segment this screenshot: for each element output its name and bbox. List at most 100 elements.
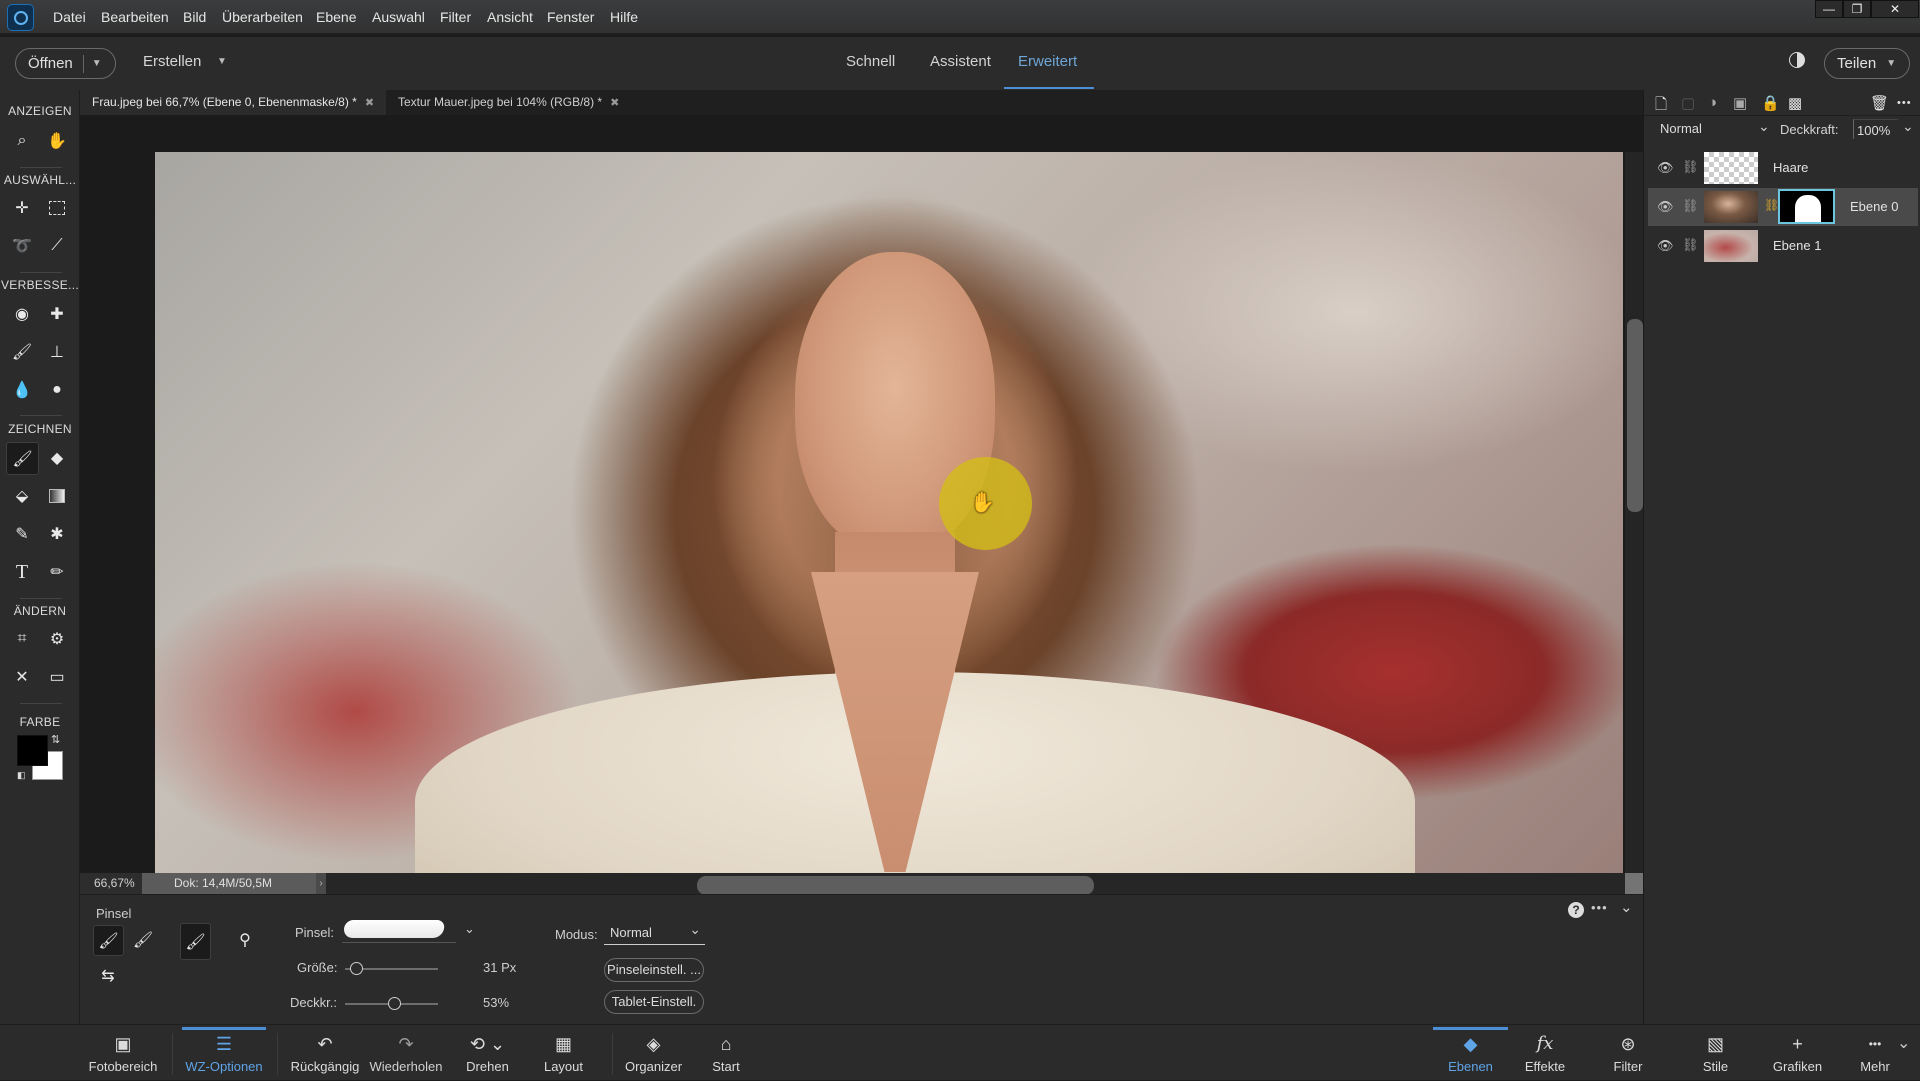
foreground-color-swatch[interactable] bbox=[17, 735, 48, 766]
mehr-button[interactable]: ••• Mehr bbox=[1855, 1025, 1895, 1081]
create-button[interactable]: Erstellen bbox=[143, 53, 201, 70]
menu-bild[interactable]: Bild bbox=[183, 9, 206, 25]
eraser-tool-icon[interactable]: ◆ bbox=[42, 443, 72, 473]
recompose-tool-icon[interactable]: ⚙ bbox=[42, 624, 72, 654]
color-replacement-option-icon[interactable]: ⇆ bbox=[93, 961, 123, 991]
organizer-button[interactable]: ◈ Organizer bbox=[622, 1025, 685, 1081]
more-options-icon[interactable]: ••• bbox=[1591, 900, 1608, 915]
smart-brush-tool-icon[interactable]: 🖌 bbox=[7, 337, 37, 367]
document-canvas[interactable]: ✋ bbox=[155, 152, 1623, 873]
stile-button[interactable]: ▧ Stile bbox=[1693, 1025, 1738, 1081]
menu-fenster[interactable]: Fenster bbox=[547, 9, 594, 25]
default-colors-icon[interactable]: ◧ bbox=[17, 770, 26, 781]
tab-assistent[interactable]: Assistent bbox=[930, 53, 991, 70]
blur-tool-icon[interactable]: 💧 bbox=[7, 375, 37, 405]
vertical-scrollbar-thumb[interactable] bbox=[1627, 319, 1643, 512]
visibility-eye-icon[interactable]: 👁 bbox=[1657, 160, 1674, 176]
brush-dropdown-chevron-icon[interactable]: ⌄ bbox=[464, 921, 475, 937]
vertical-scrollbar[interactable] bbox=[1625, 152, 1643, 873]
doc-info-arrow-icon[interactable]: › bbox=[316, 873, 326, 894]
mask-link-icon[interactable]: ⛓ bbox=[1764, 198, 1779, 212]
visibility-eye-icon[interactable]: 👁 bbox=[1657, 199, 1674, 215]
link-icon[interactable]: ⛓ bbox=[1682, 198, 1699, 214]
lock-transparency-icon[interactable]: ▩ bbox=[1788, 94, 1802, 112]
menu-hilfe[interactable]: Hilfe bbox=[610, 9, 638, 25]
paint-bucket-tool-icon[interactable]: ⬙ bbox=[7, 481, 37, 511]
magic-wand-tool-icon[interactable]: ⟋ bbox=[42, 231, 72, 261]
rotate-button[interactable]: ⟲ ⌄ Drehen bbox=[460, 1025, 515, 1081]
lock-all-icon[interactable]: 🔒 bbox=[1761, 94, 1780, 112]
grafiken-button[interactable]: + Grafiken bbox=[1770, 1025, 1825, 1081]
straighten-tool-icon[interactable]: ▭ bbox=[42, 662, 72, 692]
create-dropdown-chevron-icon[interactable]: ▼ bbox=[217, 56, 227, 67]
help-icon[interactable]: ? bbox=[1568, 902, 1584, 918]
zoom-tool-icon[interactable]: ⌕ bbox=[7, 126, 37, 156]
layer-row-haare[interactable]: 👁 ⛓ Haare bbox=[1648, 149, 1918, 187]
size-slider-knob[interactable] bbox=[350, 962, 364, 975]
layer-row-ebene-0[interactable]: 👁 ⛓ ⛓ Ebene 0 bbox=[1648, 188, 1918, 226]
close-window-button[interactable]: ✕ bbox=[1871, 0, 1919, 18]
tab-erweitert[interactable]: Erweitert bbox=[1018, 53, 1077, 70]
horizontal-scrollbar-thumb[interactable] bbox=[697, 876, 1094, 895]
brush-tool-icon[interactable]: 🖌 bbox=[6, 442, 39, 475]
delete-layer-icon[interactable]: 🗑 bbox=[1870, 94, 1889, 112]
open-button[interactable]: Öffnen bbox=[28, 55, 73, 72]
link-icon[interactable]: ⛓ bbox=[1682, 237, 1699, 253]
menu-ueberarbeiten[interactable]: Überarbeiten bbox=[222, 9, 303, 25]
taskbar-expand-chevron-icon[interactable]: ⌄ bbox=[1897, 1033, 1910, 1053]
content-aware-move-tool-icon[interactable]: ✕ bbox=[7, 662, 37, 692]
add-mask-icon[interactable]: ▣ bbox=[1733, 94, 1747, 112]
layer-name[interactable]: Ebene 0 bbox=[1850, 199, 1898, 214]
type-tool-icon[interactable]: T bbox=[7, 557, 37, 587]
doc-tab-textur-mauer[interactable]: Textur Mauer.jpeg bei 104% (RGB/8) * ✖ bbox=[386, 90, 631, 115]
menu-bearbeiten[interactable]: Bearbeiten bbox=[101, 9, 169, 25]
move-tool-icon[interactable]: ✛ bbox=[7, 193, 37, 223]
undo-button[interactable]: ↶ Rückgängig bbox=[290, 1025, 360, 1081]
tablet-settings-button[interactable]: Tablet-Einstell. ... bbox=[604, 990, 704, 1031]
restore-button[interactable]: ❐ bbox=[1843, 0, 1871, 18]
layer-name[interactable]: Ebene 1 bbox=[1773, 238, 1821, 253]
zoom-level[interactable]: 66,67% bbox=[80, 873, 142, 894]
fotobereich-button[interactable]: ▣ Fotobereich bbox=[88, 1025, 158, 1081]
eyedropper-tool-icon[interactable]: ✎ bbox=[7, 519, 37, 549]
collapse-chevron-icon[interactable]: ⌄ bbox=[1620, 898, 1633, 916]
layer-row-ebene-1[interactable]: 👁 ⛓ Ebene 1 bbox=[1648, 227, 1918, 265]
minimize-button[interactable]: — bbox=[1815, 0, 1843, 18]
impressionist-brush-option-icon[interactable]: 🖌 bbox=[128, 925, 158, 955]
start-button[interactable]: ⌂ Start bbox=[703, 1025, 749, 1081]
swap-colors-icon[interactable]: ⇅ bbox=[51, 733, 60, 746]
redo-button[interactable]: ↷ Wiederholen bbox=[366, 1025, 446, 1081]
open-dropdown-chevron-icon[interactable]: ▼ bbox=[92, 58, 102, 69]
blend-mode-select[interactable]: Normal ⌄ bbox=[1652, 118, 1772, 139]
airbrush-icon[interactable]: ⚲ bbox=[230, 925, 260, 955]
link-icon[interactable]: ⛓ bbox=[1682, 159, 1699, 175]
share-button[interactable]: Teilen ▼ bbox=[1824, 48, 1910, 79]
layout-button[interactable]: ▦ Layout bbox=[536, 1025, 591, 1081]
lasso-tool-icon[interactable]: ➰ bbox=[7, 231, 37, 261]
clone-stamp-tool-icon[interactable]: ⊥ bbox=[42, 337, 72, 367]
hand-tool-icon[interactable]: ✋ bbox=[42, 126, 72, 156]
new-layer-icon[interactable]: 🗋 bbox=[1655, 94, 1667, 119]
close-tab-icon[interactable]: ✖ bbox=[610, 97, 619, 109]
effekte-button[interactable]: fx Effekte bbox=[1515, 1025, 1575, 1081]
layers-more-icon[interactable]: ••• bbox=[1897, 97, 1912, 109]
ebenen-button[interactable]: ◆ Ebenen bbox=[1433, 1025, 1508, 1081]
filter-button[interactable]: ⊛ Filter bbox=[1603, 1025, 1653, 1081]
opacity-slider-knob[interactable] bbox=[388, 997, 402, 1010]
adjustment-layer-icon[interactable]: ◑ bbox=[1708, 94, 1717, 111]
contrast-icon[interactable] bbox=[1789, 52, 1805, 68]
menu-ebene[interactable]: Ebene bbox=[316, 9, 356, 25]
crop-tool-icon[interactable]: ⌗ bbox=[7, 624, 37, 654]
layer-mask-thumbnail[interactable] bbox=[1778, 189, 1835, 224]
sponge-tool-icon[interactable]: ● bbox=[42, 375, 72, 405]
layer-opacity-chevron-icon[interactable]: ⌄ bbox=[1902, 118, 1914, 135]
gradient-tool-icon[interactable] bbox=[42, 481, 72, 511]
mode-select[interactable]: Normal ⌄ bbox=[604, 919, 705, 945]
spot-healing-tool-icon[interactable]: ✚ bbox=[42, 299, 72, 329]
custom-shape-tool-icon[interactable]: ✱ bbox=[42, 519, 72, 549]
menu-ansicht[interactable]: Ansicht bbox=[487, 9, 533, 25]
tab-schnell[interactable]: Schnell bbox=[846, 53, 895, 70]
menu-filter[interactable]: Filter bbox=[440, 9, 471, 25]
menu-datei[interactable]: Datei bbox=[53, 9, 86, 25]
layer-name[interactable]: Haare bbox=[1773, 160, 1808, 175]
